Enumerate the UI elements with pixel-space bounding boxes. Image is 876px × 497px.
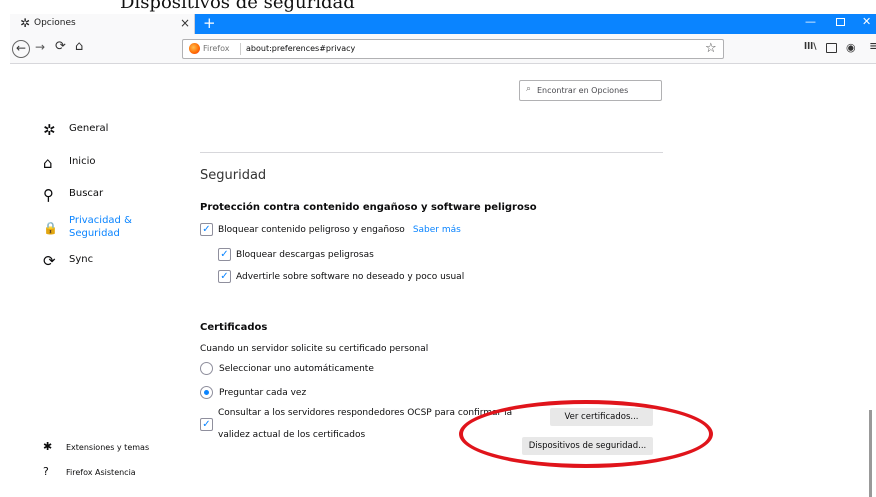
sidebar-item-buscar[interactable]: ⚲ Buscar (43, 187, 103, 203)
sidebar-item-inicio[interactable]: ⌂ Inicio (43, 155, 95, 171)
preferences-page: ⌕ ✲ General ⌂ Inicio ⚲ Buscar 🔒 Privacid… (10, 64, 876, 497)
menu-icon[interactable]: ≡ (869, 39, 876, 54)
sidebar-icon[interactable] (826, 43, 837, 53)
ask-every-time-option[interactable]: Preguntar cada vez (200, 386, 306, 399)
tab-opciones[interactable]: ✲ Opciones × (10, 14, 195, 34)
sidebar-item-general[interactable]: ✲ General (43, 122, 108, 138)
search-icon: ⚲ (43, 186, 54, 204)
navigation-toolbar: ← → ⟳ ⌂ Firefox about:preferences#privac… (10, 34, 876, 64)
ocsp-label-line2: validez actual de los certificados (218, 430, 366, 440)
sidebar-item-label: Inicio (69, 156, 96, 167)
url-text[interactable]: about:preferences#privacy (246, 44, 355, 53)
document-caption: Dispositivos de seguridad (120, 0, 355, 13)
certificates-description: Cuando un servidor solicite su certifica… (200, 344, 429, 354)
home-button[interactable]: ⌂ (75, 39, 83, 54)
search-input[interactable] (537, 84, 659, 97)
back-button[interactable]: ← (12, 40, 30, 58)
lock-icon: 🔒 (43, 221, 58, 235)
protection-heading: Protección contra contenido engañoso y s… (200, 202, 537, 213)
maximize-button[interactable] (836, 18, 845, 26)
new-tab-button[interactable]: + (203, 14, 216, 32)
puzzle-icon: ✱ (43, 440, 53, 453)
block-dangerous-label: Bloquear contenido peligroso y engañoso (218, 224, 405, 235)
bookmark-star-icon[interactable]: ☆ (705, 41, 717, 56)
account-icon[interactable]: ◉ (846, 41, 856, 54)
gear-icon: ✲ (43, 121, 56, 139)
warn-software-checkbox[interactable]: ✓ (218, 270, 231, 283)
block-downloads-option[interactable]: ✓ Bloquear descargas peligrosas (218, 248, 374, 261)
sidebar-item-label: General (69, 123, 109, 134)
block-downloads-label: Bloquear descargas peligrosas (236, 249, 374, 260)
sidebar-item-label: Extensiones y temas (66, 442, 150, 452)
scrollbar[interactable] (869, 410, 872, 497)
block-downloads-checkbox[interactable]: ✓ (218, 248, 231, 261)
warn-software-label: Advertirle sobre software no deseado y p… (236, 271, 465, 282)
tab-title: Opciones (34, 18, 76, 28)
title-bar: ✲ Opciones × + — ✕ (10, 14, 876, 34)
ocsp-checkbox[interactable]: ✓ (200, 418, 213, 431)
search-icon: ⌕ (526, 84, 532, 94)
minimize-button[interactable]: — (805, 15, 816, 28)
highlight-ellipse (459, 400, 713, 468)
options-search[interactable]: ⌕ (519, 80, 662, 101)
sidebar-item-label: Privacidad & Seguridad (69, 215, 132, 239)
ask-every-time-radio[interactable] (200, 386, 213, 399)
select-auto-radio[interactable] (200, 362, 213, 375)
close-window-button[interactable]: ✕ (862, 15, 871, 28)
sidebar-item-privacidad[interactable]: 🔒 Privacidad & Seguridad (43, 214, 135, 240)
reload-button[interactable]: ⟳ (55, 39, 66, 54)
block-dangerous-checkbox[interactable]: ✓ (200, 223, 213, 236)
certificates-heading: Certificados (200, 322, 268, 333)
firefox-icon (189, 43, 200, 54)
sidebar-item-extensions[interactable]: ✱ Extensiones y temas (43, 439, 149, 455)
select-auto-label: Seleccionar uno automáticamente (219, 363, 374, 374)
identity-label: Firefox (203, 44, 230, 53)
gear-icon: ✲ (20, 16, 31, 30)
select-auto-option[interactable]: Seleccionar uno automáticamente (200, 362, 374, 375)
sidebar-item-sync[interactable]: ⟳ Sync (43, 253, 93, 269)
sync-icon: ⟳ (43, 252, 56, 270)
sidebar-item-label: Sync (69, 254, 94, 265)
block-dangerous-option[interactable]: ✓ Bloquear contenido peligroso y engaños… (200, 223, 461, 236)
ask-every-time-label: Preguntar cada vez (219, 387, 307, 398)
section-divider (200, 152, 663, 153)
help-icon: ? (43, 465, 49, 478)
url-bar[interactable]: Firefox about:preferences#privacy ☆ (182, 39, 724, 59)
learn-more-link[interactable]: Saber más (413, 225, 461, 235)
forward-button[interactable]: → (35, 40, 45, 54)
sidebar-item-label: Firefox Asistencia (66, 467, 136, 477)
url-separator (240, 43, 241, 55)
sidebar-item-support[interactable]: ? Firefox Asistencia (43, 464, 136, 480)
sidebar-item-label: Buscar (69, 188, 104, 199)
section-title-security: Seguridad (200, 168, 267, 183)
home-icon: ⌂ (43, 154, 53, 172)
close-tab-icon[interactable]: × (180, 16, 190, 30)
warn-software-option[interactable]: ✓ Advertirle sobre software no deseado y… (218, 270, 464, 283)
library-icon[interactable]: lll\ (804, 42, 817, 52)
